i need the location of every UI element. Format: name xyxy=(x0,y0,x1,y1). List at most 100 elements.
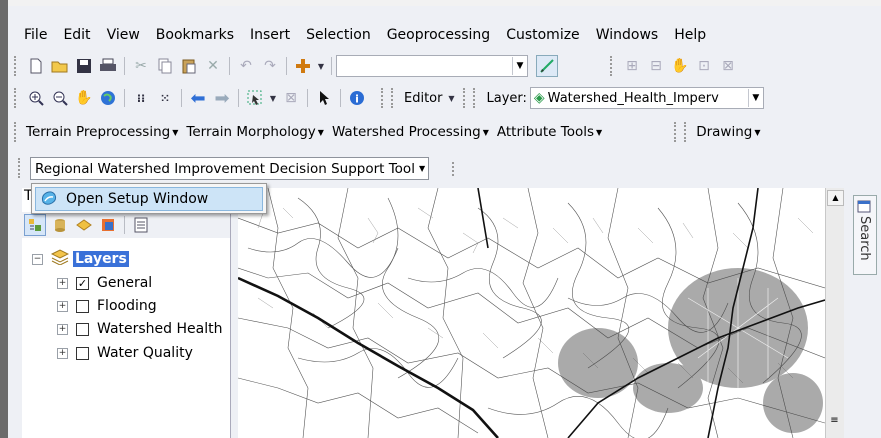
fixed-zoom-icon[interactable]: ⊡ xyxy=(694,56,714,76)
toolbar-grip[interactable] xyxy=(463,88,469,108)
scroll-grip-icon[interactable]: ≡ xyxy=(829,416,840,426)
identify-icon[interactable]: i xyxy=(347,88,367,108)
menu-geoprocessing[interactable]: Geoprocessing xyxy=(379,24,498,46)
map-view[interactable] xyxy=(238,188,825,438)
menu-selection[interactable]: Selection xyxy=(298,24,379,46)
chevron-down-icon[interactable]: ▼ xyxy=(318,128,324,137)
map-vertical-scrollbar[interactable]: ▲ ≡ xyxy=(825,188,844,438)
menu-file[interactable]: File xyxy=(16,24,55,46)
fixed-zoom-out-icon[interactable]: ⁙ xyxy=(155,88,175,108)
delete-icon[interactable]: ✕ xyxy=(203,56,223,76)
zoom-out-icon[interactable] xyxy=(50,88,70,108)
toolbar-grip[interactable] xyxy=(14,56,20,76)
visibility-checkbox[interactable] xyxy=(76,299,89,313)
add-data-icon[interactable] xyxy=(293,56,313,76)
toolbar-grip[interactable] xyxy=(14,88,20,108)
save-icon[interactable] xyxy=(74,56,94,76)
new-document-icon[interactable] xyxy=(26,56,46,76)
terrain-preprocessing-menu[interactable]: Terrain Preprocessing xyxy=(24,124,172,140)
toolbar-grip[interactable] xyxy=(391,88,397,108)
collapse-icon[interactable]: − xyxy=(32,253,43,265)
editor-menu[interactable]: Editor xyxy=(401,91,445,106)
forward-extent-icon[interactable]: ➡ xyxy=(212,88,232,109)
visibility-checkbox[interactable] xyxy=(76,346,89,360)
toc-group-watershed-health[interactable]: + Watershed Health xyxy=(57,321,222,337)
scale-combobox[interactable]: ▼ xyxy=(336,55,528,77)
expand-icon[interactable]: + xyxy=(57,347,68,359)
select-features-icon[interactable] xyxy=(245,88,265,108)
expand-icon[interactable]: + xyxy=(57,277,68,289)
menu-customize[interactable]: Customize xyxy=(498,24,588,46)
drawing-menu[interactable]: Drawing xyxy=(694,124,754,140)
toolbar-grip[interactable] xyxy=(674,122,680,142)
toolbar-grip[interactable] xyxy=(684,122,690,142)
expand-icon[interactable]: + xyxy=(57,300,68,312)
chevron-down-icon[interactable]: ▼ xyxy=(483,128,489,137)
toolbar-grip[interactable] xyxy=(18,158,24,178)
watershed-processing-menu[interactable]: Watershed Processing xyxy=(330,124,483,140)
list-by-visibility-icon[interactable] xyxy=(74,215,94,235)
menu-edit[interactable]: Edit xyxy=(55,24,98,46)
menu-windows[interactable]: Windows xyxy=(588,24,667,46)
back-extent-icon[interactable]: ⬅ xyxy=(188,88,208,109)
chevron-down-icon[interactable]: ▼ xyxy=(512,57,527,75)
options-icon[interactable] xyxy=(131,215,151,235)
copy-icon[interactable] xyxy=(155,56,175,76)
menu-help[interactable]: Help xyxy=(666,24,714,46)
scroll-up-icon[interactable]: ▲ xyxy=(827,190,844,206)
clear-selection-icon[interactable]: ⊠ xyxy=(281,88,301,108)
redo-icon[interactable]: ↷ xyxy=(260,56,280,76)
editor-toolbar-icon[interactable] xyxy=(536,55,558,77)
chevron-down-icon[interactable]: ▼ xyxy=(269,88,277,108)
pan-disabled-icon[interactable]: ✋ xyxy=(670,56,690,76)
menu-bookmarks[interactable]: Bookmarks xyxy=(148,24,242,46)
pan-icon[interactable]: ✋ xyxy=(74,88,94,108)
toc-group-general[interactable]: + ✓ General xyxy=(57,275,152,291)
toolbar-grip[interactable] xyxy=(14,122,20,142)
expand-icon[interactable]: + xyxy=(57,323,68,335)
menu-insert[interactable]: Insert xyxy=(242,24,298,46)
zoom-full-icon[interactable]: ⊞ xyxy=(622,56,642,76)
layer-combobox[interactable]: ◈ Watershed_Health_Imperv ▼ xyxy=(529,87,764,109)
zoom-layer-icon[interactable]: ⊟ xyxy=(646,56,666,76)
select-arrow-icon[interactable] xyxy=(314,88,334,108)
menu-view[interactable]: View xyxy=(99,24,148,46)
decision-support-tool-menu[interactable]: Regional Watershed Improvement Decision … xyxy=(30,157,430,180)
chevron-down-icon[interactable]: ▼ xyxy=(747,89,763,107)
toolbar-grip[interactable] xyxy=(610,56,616,76)
attribute-tools-menu[interactable]: Attribute Tools xyxy=(495,124,596,140)
search-tab[interactable]: Search xyxy=(853,195,877,275)
undo-icon[interactable]: ↶ xyxy=(236,56,256,76)
toolbar-grip[interactable] xyxy=(473,88,479,108)
globe-icon[interactable] xyxy=(98,88,118,108)
layers-label: Layers xyxy=(73,251,129,267)
list-by-selection-icon[interactable] xyxy=(98,215,118,235)
refresh-icon[interactable]: ⊠ xyxy=(718,56,738,76)
open-folder-icon[interactable] xyxy=(50,56,70,76)
toolbar-grip[interactable] xyxy=(452,162,458,176)
toc-group-water-quality[interactable]: + Water Quality xyxy=(57,345,193,361)
visibility-checkbox[interactable] xyxy=(76,322,89,336)
chevron-down-icon[interactable]: ▼ xyxy=(596,128,602,137)
chevron-down-icon[interactable]: ▼ xyxy=(172,128,178,137)
chevron-down-icon[interactable]: ▼ xyxy=(317,56,325,76)
toc-group-label: Watershed Health xyxy=(97,321,223,337)
chevron-down-icon[interactable]: ▼ xyxy=(447,88,455,108)
toolbar-separator xyxy=(286,57,287,75)
toc-group-flooding[interactable]: + Flooding xyxy=(57,298,157,314)
open-setup-window-item[interactable]: Open Setup Window xyxy=(35,187,263,211)
terrain-morphology-menu[interactable]: Terrain Morphology xyxy=(184,124,317,140)
fixed-zoom-in-icon[interactable]: ⁝⁝ xyxy=(131,88,151,108)
chevron-down-icon[interactable]: ▼ xyxy=(419,164,425,173)
print-icon[interactable] xyxy=(98,56,118,76)
toolbar-grip[interactable] xyxy=(381,88,387,108)
toolbar-separator xyxy=(124,57,125,75)
visibility-checkbox[interactable]: ✓ xyxy=(76,276,89,290)
paste-icon[interactable] xyxy=(179,56,199,76)
zoom-in-icon[interactable] xyxy=(26,88,46,108)
layers-root[interactable]: − Layers xyxy=(32,249,129,269)
cut-icon[interactable]: ✂ xyxy=(131,56,151,76)
chevron-down-icon[interactable]: ▼ xyxy=(754,128,760,137)
list-by-source-icon[interactable] xyxy=(50,215,70,235)
list-by-drawing-order-icon[interactable] xyxy=(24,214,46,236)
